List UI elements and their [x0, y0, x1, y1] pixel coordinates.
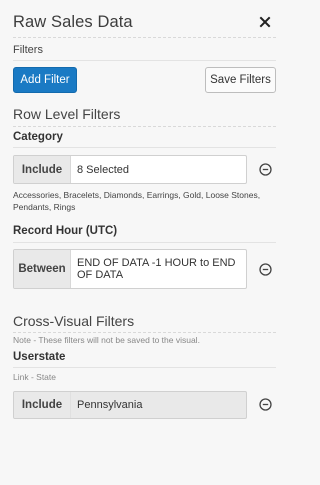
- cross-visual-filters-title: Cross-Visual Filters: [13, 313, 135, 329]
- remove-filter-icon[interactable]: [259, 263, 272, 276]
- filter-operator[interactable]: Between: [14, 250, 71, 288]
- filter-operator: Include: [14, 392, 71, 418]
- userstate-filter: Include Pennsylvania: [13, 391, 247, 419]
- filters-panel: Raw Sales Data Filters Add Filter Save F…: [0, 0, 288, 485]
- divider: [13, 60, 276, 61]
- category-filter-label: Category: [13, 131, 63, 143]
- row-level-filters-title: Row Level Filters: [13, 106, 121, 122]
- record-hour-filter[interactable]: Between END OF DATA -1 HOUR to END OF DA…: [13, 249, 247, 289]
- close-icon[interactable]: [258, 14, 272, 30]
- add-filter-button[interactable]: Add Filter: [13, 67, 77, 93]
- filter-value: Pennsylvania: [77, 399, 143, 411]
- filter-value[interactable]: END OF DATA -1 HOUR to END OF DATA: [77, 250, 240, 288]
- link-label: Link - State: [13, 372, 56, 382]
- divider: [13, 147, 276, 148]
- filter-operator[interactable]: Include: [14, 156, 71, 183]
- divider: [13, 367, 276, 368]
- category-selected-values: Accessories, Bracelets, Diamonds, Earrin…: [13, 190, 261, 212]
- panel-header: Raw Sales Data: [13, 8, 276, 38]
- filter-value[interactable]: 8 Selected: [77, 156, 240, 183]
- divider: [13, 332, 276, 333]
- category-filter[interactable]: Include 8 Selected: [13, 155, 247, 184]
- userstate-filter-label: Userstate: [13, 351, 66, 363]
- panel-title: Raw Sales Data: [13, 13, 133, 31]
- divider: [13, 126, 276, 127]
- filters-label: Filters: [13, 44, 43, 56]
- remove-filter-icon[interactable]: [259, 398, 272, 411]
- save-filters-button[interactable]: Save Filters: [205, 67, 276, 93]
- record-hour-filter-label: Record Hour (UTC): [13, 225, 118, 237]
- remove-filter-icon[interactable]: [259, 163, 272, 176]
- cross-visual-note: Note - These filters will not be saved t…: [13, 335, 200, 345]
- divider: [13, 242, 276, 243]
